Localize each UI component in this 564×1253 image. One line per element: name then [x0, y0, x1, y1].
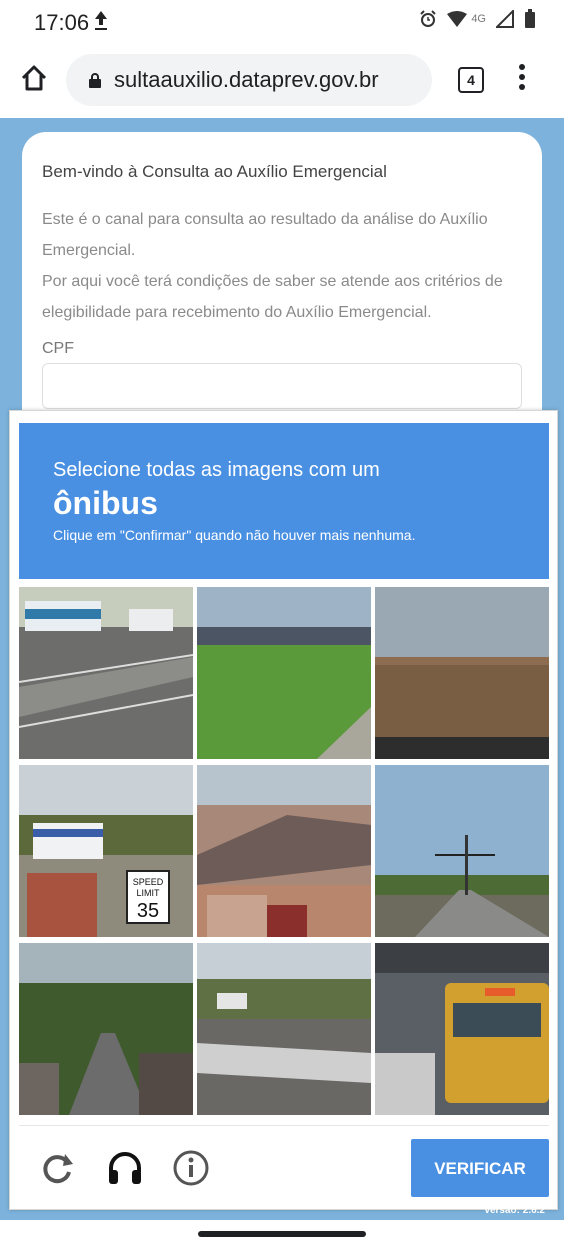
- status-time: 17:06: [34, 10, 90, 35]
- captcha-tile-7[interactable]: [19, 943, 193, 1115]
- captcha-footer: VERIFICAR Versão: 2.6.2: [19, 1125, 549, 1216]
- captcha-instruction: Selecione todas as imagens com um: [53, 459, 380, 481]
- captcha-target: ônibus: [53, 485, 158, 521]
- upload-icon: [95, 11, 107, 30]
- system-navigation-bar: [0, 1220, 564, 1253]
- info-icon[interactable]: [171, 1148, 211, 1188]
- verify-button[interactable]: VERIFICAR: [411, 1139, 549, 1197]
- captcha-hint: Clique em "Confirmar" quando não houver …: [53, 527, 416, 543]
- reload-icon[interactable]: [37, 1148, 77, 1188]
- lock-icon[interactable]: [88, 72, 102, 88]
- card-description: Este é o canal para consulta ao resultad…: [42, 204, 530, 328]
- status-bar: 17:06 4G: [0, 0, 564, 44]
- card-title: Bem-vindo à Consulta ao Auxílio Emergenc…: [42, 162, 387, 181]
- home-gesture-handle[interactable]: [198, 1231, 366, 1237]
- cpf-input[interactable]: [42, 363, 522, 409]
- status-icons: 4G: [419, 9, 536, 29]
- captcha-tile-6[interactable]: [375, 765, 549, 937]
- captcha-tile-3[interactable]: [375, 587, 549, 759]
- network-type: 4G: [471, 13, 486, 25]
- captcha-tile-2[interactable]: [197, 587, 371, 759]
- cpf-label: CPF: [42, 340, 74, 357]
- menu-icon[interactable]: [518, 64, 526, 94]
- captcha-tile-5[interactable]: [197, 765, 371, 937]
- wifi-icon: [447, 11, 468, 27]
- battery-icon: [525, 9, 535, 28]
- address-bar[interactable]: sultaauxilio.dataprev.gov.br: [66, 54, 432, 106]
- speed-sign-line1: SPEED: [133, 877, 164, 887]
- alarm-icon: [420, 10, 437, 27]
- captcha-version: Versão: 2.6.2: [483, 1205, 545, 1216]
- tab-switcher-button[interactable]: 4: [458, 67, 484, 93]
- signal-icon: [496, 10, 514, 28]
- description-paragraph-1: Este é o canal para consulta ao resultad…: [42, 211, 488, 259]
- captcha-tile-1[interactable]: [19, 587, 193, 759]
- headphones-icon[interactable]: [105, 1148, 145, 1188]
- speed-sign-line2: LIMIT: [136, 888, 160, 898]
- home-icon[interactable]: [20, 64, 48, 92]
- url-text[interactable]: sultaauxilio.dataprev.gov.br: [114, 67, 379, 93]
- captcha-grid: SPEED LIMIT 35: [19, 587, 549, 1117]
- captcha-tile-9[interactable]: [375, 943, 549, 1115]
- description-paragraph-2: Por aqui você terá condições de saber se…: [42, 273, 503, 321]
- captcha-challenge: Selecione todas as imagens com um ônibus…: [9, 410, 558, 1216]
- captcha-tile-4[interactable]: SPEED LIMIT 35: [19, 765, 193, 937]
- speed-sign-line3: 35: [137, 900, 159, 922]
- browser-toolbar: sultaauxilio.dataprev.gov.br 4: [0, 44, 564, 118]
- captcha-header: Selecione todas as imagens com um ônibus…: [19, 423, 549, 579]
- captcha-tile-8[interactable]: [197, 943, 371, 1115]
